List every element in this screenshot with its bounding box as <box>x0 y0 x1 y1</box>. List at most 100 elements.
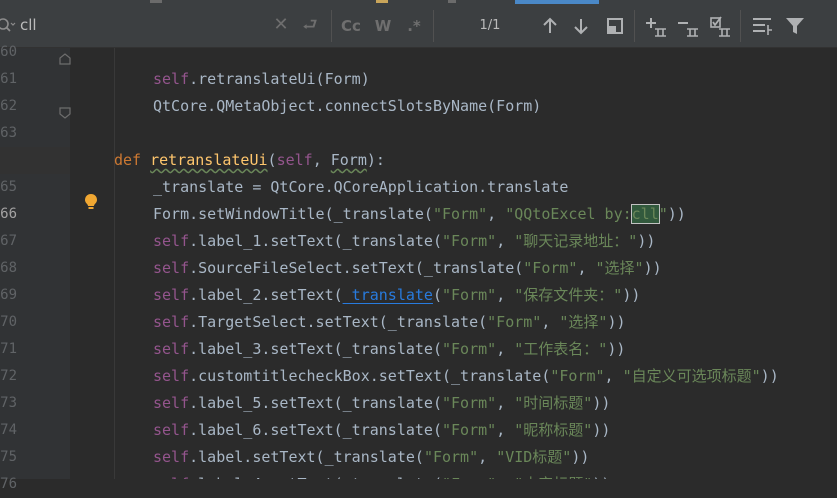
code-token: .label_4.setText(_translate( <box>189 475 442 479</box>
code-token: , <box>496 475 514 479</box>
code-token: "Form" <box>523 259 578 277</box>
code-line[interactable]: QtCore.QMetaObject.connectSlotsByName(Fo… <box>153 93 541 120</box>
clear-icon[interactable]: ✕ <box>272 15 290 35</box>
code-token: "Form" <box>423 448 479 466</box>
fold-icon[interactable] <box>59 107 71 119</box>
code-token: _translate = QtCore.QCoreApplication.tra… <box>153 178 569 196</box>
code-line[interactable]: self.TargetSelect.setText(_translate("Fo… <box>153 309 626 336</box>
line-number: 75 <box>0 449 17 465</box>
code-line[interactable]: self.label_4.setText(_translate("Form", … <box>153 471 610 479</box>
code-token: .label_1.setText(_translate( <box>189 232 442 250</box>
code-token: )) <box>571 448 590 466</box>
code-token: self <box>153 232 190 250</box>
match-case-toggle[interactable]: Cc <box>340 15 362 37</box>
line-number: 63 <box>0 125 17 141</box>
code-token: "Form" <box>442 340 497 358</box>
code-token: )) <box>592 394 611 412</box>
code-token: )) <box>607 340 626 358</box>
code-token: , <box>478 448 497 466</box>
open-in-window-icon[interactable] <box>751 15 773 37</box>
code-line[interactable]: self.label.setText(_translate("Form", "V… <box>153 444 589 471</box>
code-token: "QQtoExcel by: <box>505 205 632 223</box>
find-bar-separator <box>634 10 635 42</box>
code-token: )) <box>592 475 610 479</box>
code-token: self <box>153 394 190 412</box>
code-token: , <box>496 340 515 358</box>
code-line[interactable]: self.SourceFileSelect.setText(_translate… <box>153 255 662 282</box>
select-all-occurrences-icon[interactable] <box>709 15 731 37</box>
code-token: .label_2.setText( <box>189 286 343 304</box>
line-number: 68 <box>0 260 17 276</box>
code-token: "Form" <box>487 313 542 331</box>
code-token: self <box>153 475 189 479</box>
line-number: 70 <box>0 314 17 330</box>
code-token: self <box>153 421 190 439</box>
code-token: "Form" <box>442 232 497 250</box>
code-token: QtCore.QMetaObject.connectSlotsByName(Fo… <box>153 97 542 115</box>
line-number: 73 <box>0 395 17 411</box>
line-number: 69 <box>0 287 17 303</box>
search-icon[interactable] <box>0 16 16 36</box>
code-token: "Form" <box>442 286 497 304</box>
find-bar-separator <box>433 10 434 42</box>
code-token: , <box>496 421 515 439</box>
bulb-icon[interactable] <box>84 193 98 211</box>
code-token: )) <box>622 286 641 304</box>
code-token: self <box>153 340 190 358</box>
code-line[interactable]: def retranslateUi(self, Form): <box>114 147 385 174</box>
code-token: , <box>577 259 596 277</box>
code-token: .label.setText(_translate( <box>189 448 424 466</box>
code-token: , <box>312 151 331 169</box>
fold-icon[interactable] <box>59 53 71 65</box>
code-token: , <box>496 394 515 412</box>
find-bar-separator <box>740 10 741 42</box>
code-editor[interactable]: self.retranslateUi(Form) QtCore.QMetaObje… <box>70 48 837 479</box>
code-token: self <box>276 151 313 169</box>
prev-occurrence-icon[interactable] <box>539 15 561 37</box>
newline-icon[interactable]: ⮐ <box>300 15 320 35</box>
code-token: _translate <box>342 286 433 304</box>
code-line[interactable]: _translate = QtCore.QCoreApplication.tra… <box>153 174 568 201</box>
code-token: "Form" <box>442 421 497 439</box>
line-number: 74 <box>0 422 17 438</box>
words-toggle[interactable]: W <box>373 15 393 37</box>
code-line[interactable]: self.label_5.setText(_translate("Form", … <box>153 390 610 417</box>
code-token: "内容标题" <box>514 475 592 479</box>
code-line[interactable]: Form.setWindowTitle(_translate("Form", "… <box>153 201 686 228</box>
code-line[interactable]: self.label_3.setText(_translate("Form", … <box>153 336 625 363</box>
code-line[interactable]: self.customtitlecheckBox.setText(_transl… <box>153 363 779 390</box>
filter-icon[interactable] <box>784 15 806 37</box>
line-number: 61 <box>0 71 17 87</box>
line-number: 62 <box>0 98 17 114</box>
code-token: , <box>487 205 506 223</box>
code-token: )) <box>760 367 779 385</box>
code-token: self <box>153 313 190 331</box>
next-occurrence-icon[interactable] <box>570 15 592 37</box>
code-line[interactable]: self.label_6.setText(_translate("Form", … <box>153 417 610 444</box>
line-number: 65 <box>0 179 17 195</box>
code-token: "聊天记录地址：" <box>514 232 638 250</box>
find-bar-separator <box>331 10 332 42</box>
code-token: , <box>541 313 560 331</box>
code-token: self <box>153 70 190 88</box>
filter-in-selection-icon[interactable] <box>604 15 626 37</box>
line-number: 60 <box>0 44 17 60</box>
regex-toggle[interactable]: .* <box>403 15 425 37</box>
code-line[interactable]: self.retranslateUi(Form) <box>153 66 370 93</box>
code-token: .label_5.setText(_translate( <box>189 394 442 412</box>
search-input[interactable] <box>20 14 260 36</box>
code-token: Form <box>330 151 367 169</box>
code-line[interactable]: self.label_1.setText(_translate("Form", … <box>153 228 655 255</box>
code-token: .SourceFileSelect.setText(_translate( <box>189 259 524 277</box>
code-token: )) <box>592 421 611 439</box>
line-number: 72 <box>0 368 17 384</box>
code-token: "工作表名：" <box>514 340 608 358</box>
remove-selection-icon[interactable] <box>677 15 699 37</box>
add-selection-icon[interactable] <box>645 15 667 37</box>
code-token: self <box>153 448 190 466</box>
code-line[interactable]: self.label_2.setText(_translate("Form", … <box>153 282 640 309</box>
code-token: ( <box>267 151 277 169</box>
code-token: "时间标题" <box>514 394 593 412</box>
indent-guide <box>114 48 115 479</box>
code-token: ( <box>432 286 442 304</box>
